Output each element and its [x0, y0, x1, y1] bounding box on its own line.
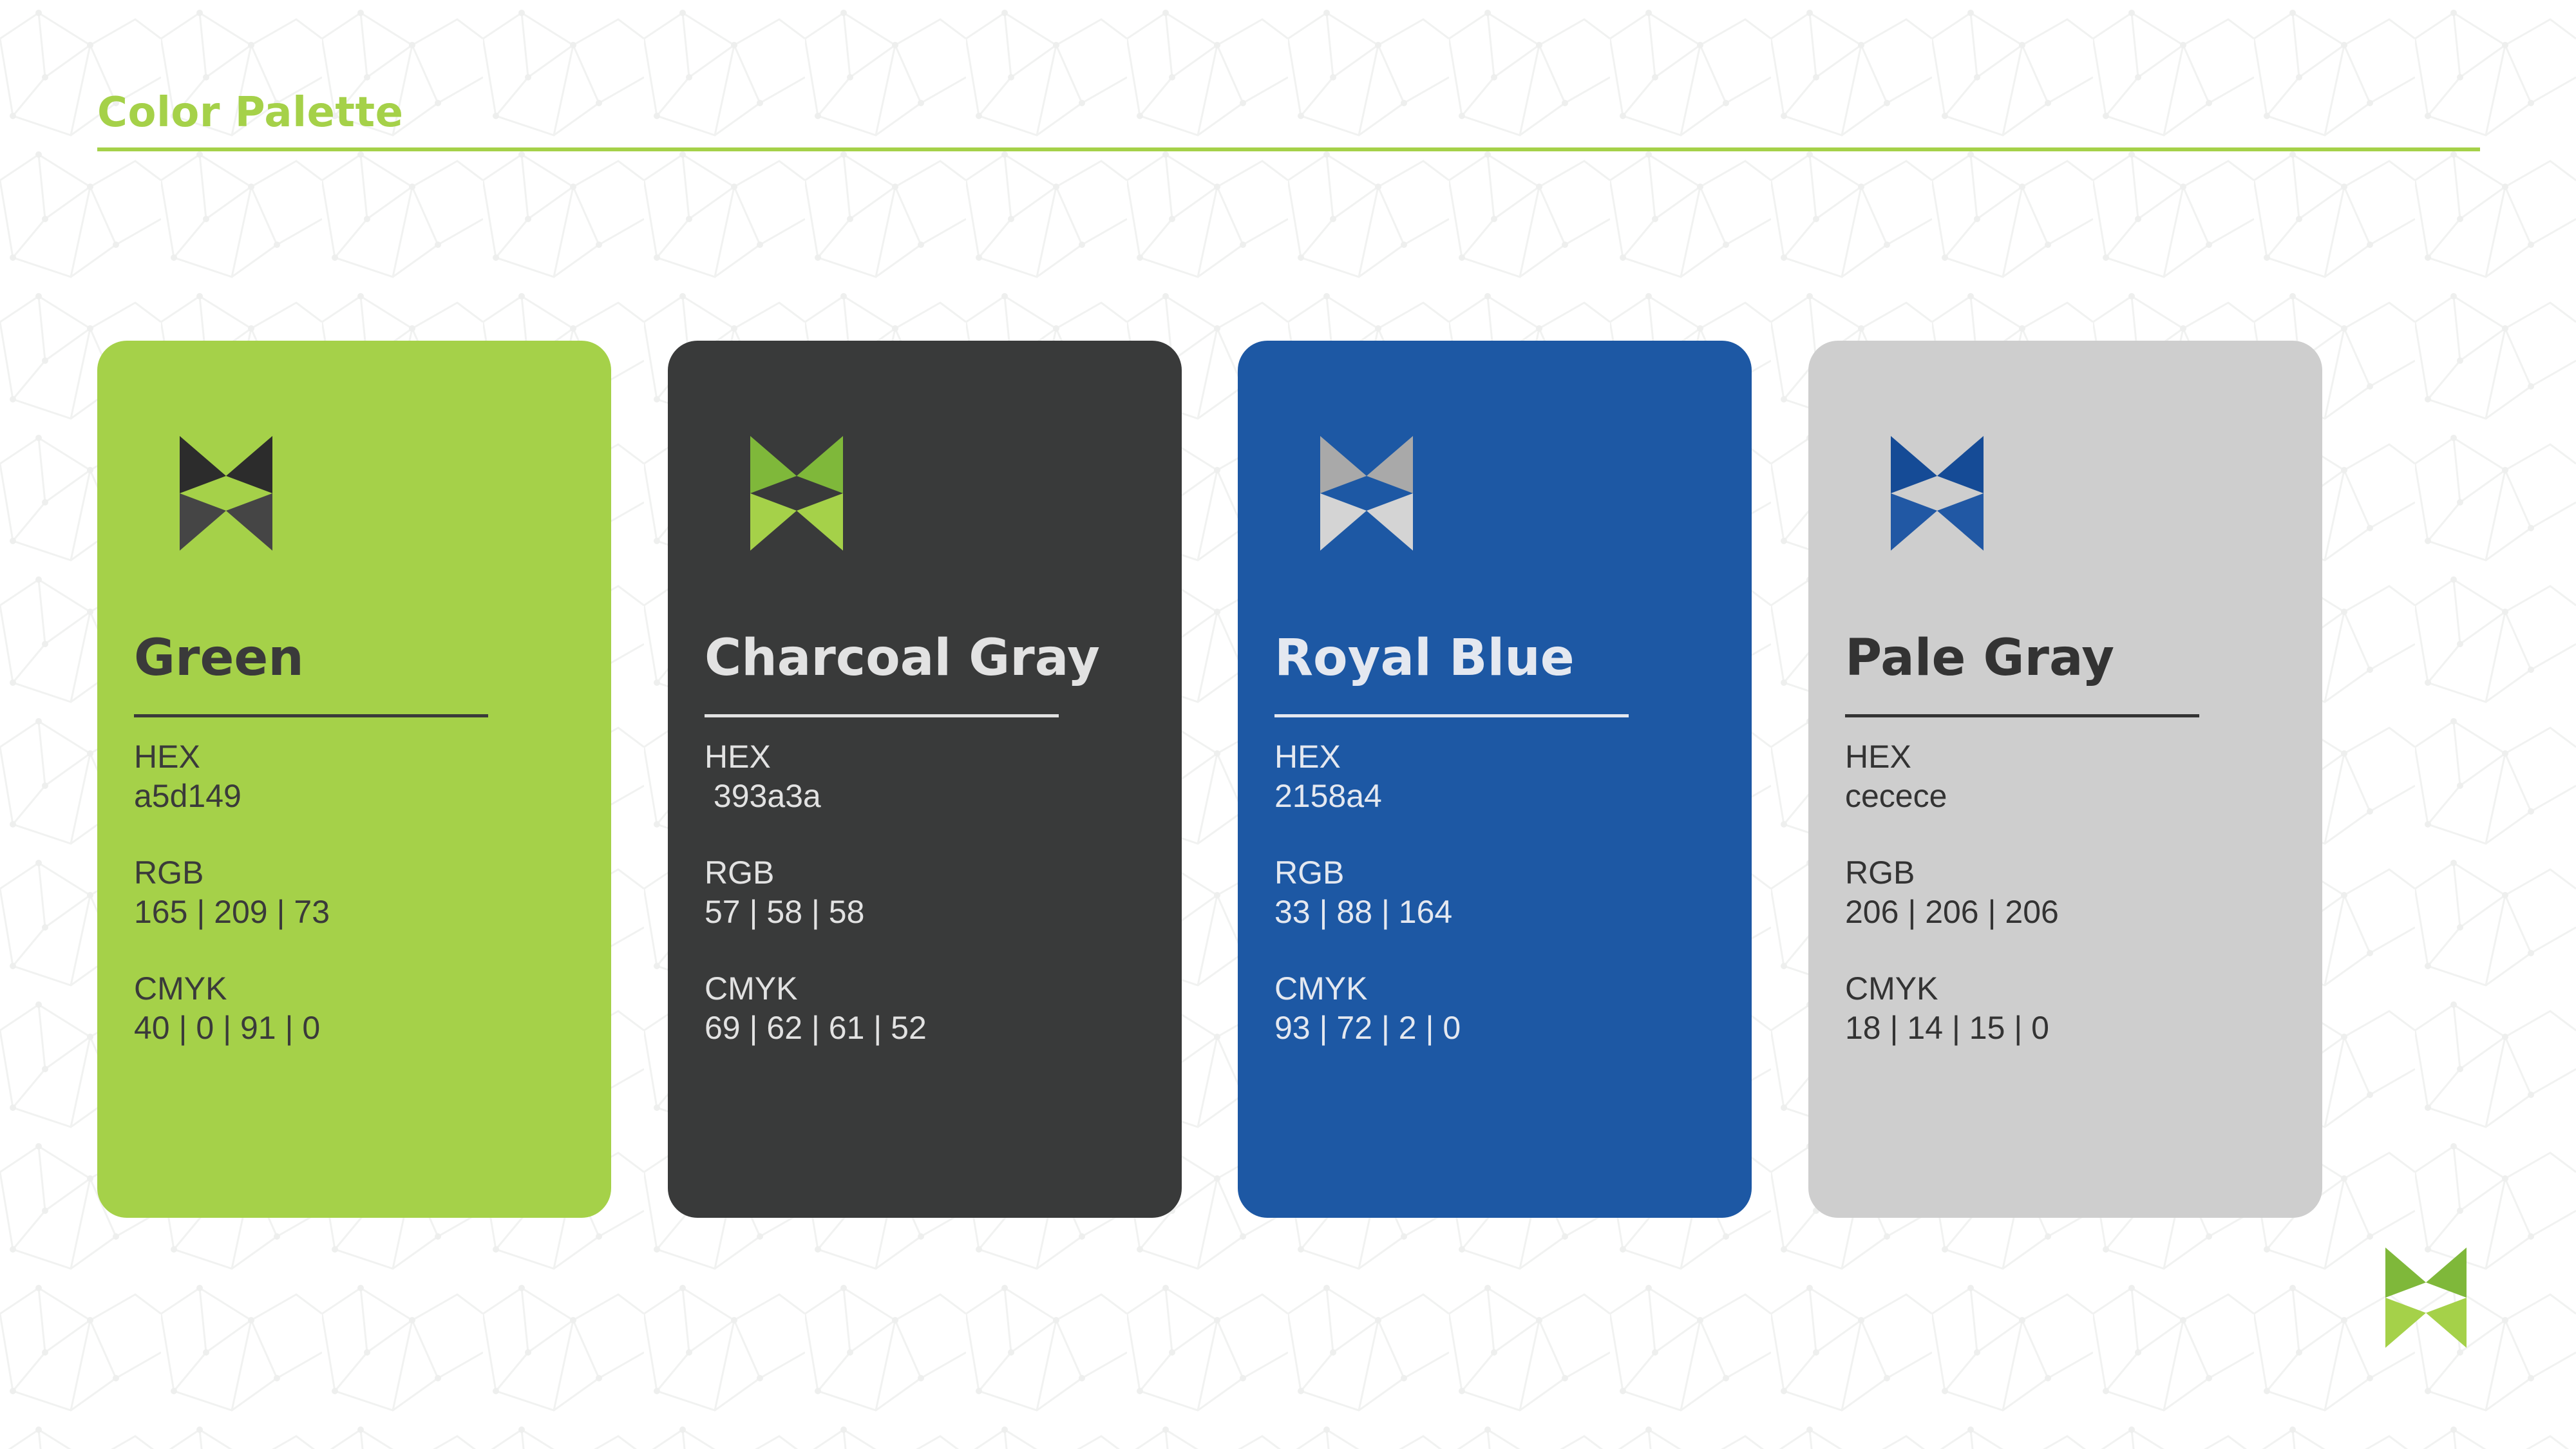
- hex-value: cecece: [1845, 778, 1947, 814]
- hex-value: 393a3a: [705, 778, 821, 814]
- color-card-pale-gray: Pale Gray HEX cecece RGB 206 | 206 | 206…: [1808, 341, 2322, 1218]
- rgb-value: 165 | 209 | 73: [134, 894, 330, 930]
- color-name: Royal Blue: [1274, 629, 1575, 687]
- color-name-divider: [1274, 714, 1629, 717]
- cmyk-label: CMYK: [1274, 971, 1368, 1007]
- color-name: Green: [134, 629, 304, 687]
- brand-logo-icon: [1891, 436, 1984, 551]
- cmyk-label: CMYK: [705, 971, 798, 1007]
- hex-label: HEX: [705, 739, 771, 775]
- title-divider: [97, 147, 2480, 151]
- hex-label: HEX: [134, 739, 200, 775]
- rgb-value: 33 | 88 | 164: [1274, 894, 1453, 930]
- cmyk-spec: CMYK 18 | 14 | 15 | 0: [1845, 969, 2049, 1048]
- rgb-spec: RGB 165 | 209 | 73: [134, 853, 330, 932]
- rgb-spec: RGB 206 | 206 | 206: [1845, 853, 2059, 932]
- color-name-divider: [705, 714, 1059, 717]
- cmyk-value: 93 | 72 | 2 | 0: [1274, 1010, 1461, 1046]
- cmyk-value: 69 | 62 | 61 | 52: [705, 1010, 927, 1046]
- cmyk-spec: CMYK 69 | 62 | 61 | 52: [705, 969, 927, 1048]
- brand-logo-icon: [750, 436, 843, 551]
- color-name: Charcoal Gray: [705, 629, 1100, 687]
- color-name-divider: [134, 714, 488, 717]
- brand-logo-icon: [1320, 436, 1413, 551]
- color-name: Pale Gray: [1845, 629, 2115, 687]
- rgb-spec: RGB 57 | 58 | 58: [705, 853, 864, 932]
- rgb-value: 57 | 58 | 58: [705, 894, 865, 930]
- brand-logo-icon: [180, 436, 272, 551]
- hex-label: HEX: [1845, 739, 1911, 775]
- hex-value: a5d149: [134, 778, 242, 814]
- rgb-value: 206 | 206 | 206: [1845, 894, 2059, 930]
- page-title: Color Palette: [97, 89, 404, 137]
- hex-spec: HEX 393a3a: [705, 737, 821, 816]
- cmyk-spec: CMYK 40 | 0 | 91 | 0: [134, 969, 320, 1048]
- rgb-label: RGB: [705, 855, 775, 891]
- cmyk-label: CMYK: [134, 971, 227, 1007]
- color-card-green: Green HEX a5d149 RGB 165 | 209 | 73 CMYK…: [97, 341, 611, 1218]
- brand-logo-icon: [2385, 1247, 2467, 1348]
- hex-label: HEX: [1274, 739, 1341, 775]
- rgb-label: RGB: [134, 855, 204, 891]
- cmyk-value: 40 | 0 | 91 | 0: [134, 1010, 321, 1046]
- color-name-divider: [1845, 714, 2199, 717]
- cmyk-value: 18 | 14 | 15 | 0: [1845, 1010, 2049, 1046]
- hex-value: 2158a4: [1274, 778, 1382, 814]
- rgb-label: RGB: [1845, 855, 1915, 891]
- cmyk-label: CMYK: [1845, 971, 1938, 1007]
- hex-spec: HEX 2158a4: [1274, 737, 1382, 816]
- color-card-charcoal-gray: Charcoal Gray HEX 393a3a RGB 57 | 58 | 5…: [668, 341, 1182, 1218]
- hex-spec: HEX a5d149: [134, 737, 242, 816]
- hex-spec: HEX cecece: [1845, 737, 1947, 816]
- rgb-label: RGB: [1274, 855, 1345, 891]
- cmyk-spec: CMYK 93 | 72 | 2 | 0: [1274, 969, 1461, 1048]
- rgb-spec: RGB 33 | 88 | 164: [1274, 853, 1452, 932]
- color-card-royal-blue: Royal Blue HEX 2158a4 RGB 33 | 88 | 164 …: [1238, 341, 1752, 1218]
